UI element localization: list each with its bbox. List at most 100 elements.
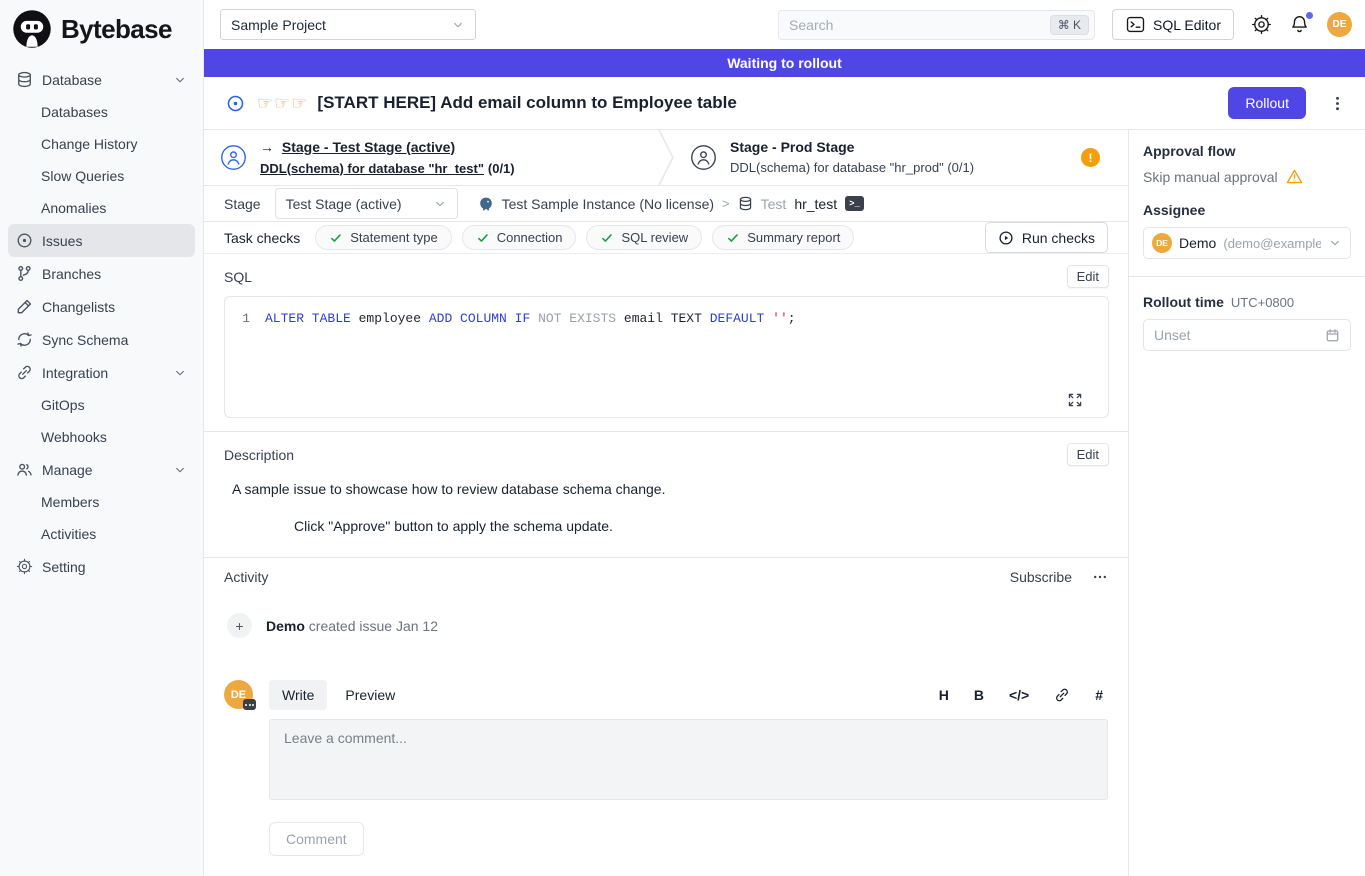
sidebar-item-webhooks[interactable]: Webhooks [8, 421, 195, 453]
settings-gear-icon[interactable] [1251, 14, 1272, 35]
subscribe-button[interactable]: Subscribe [1010, 569, 1072, 585]
sidebar-item-slow-queries[interactable]: Slow Queries [8, 160, 195, 192]
line-number: 1 [225, 310, 265, 328]
search-box[interactable]: ⌘ K [778, 10, 1095, 40]
arrow-right-icon: → [260, 139, 274, 155]
sidebar-item-label: Setting [42, 559, 86, 575]
comment-input[interactable] [269, 719, 1108, 800]
sync-icon [16, 331, 33, 348]
format-hash[interactable]: # [1095, 687, 1103, 703]
run-checks-label: Run checks [1022, 230, 1095, 246]
postgres-icon [478, 196, 494, 212]
sql-section: SQL Edit 1 ALTER TABLE employee ADD COLU… [204, 254, 1128, 431]
sidebar-item-members[interactable]: Members [8, 486, 195, 518]
search-input[interactable] [789, 17, 1050, 33]
sidebar-nav: DatabaseDatabases Change History Slow Quer… [0, 55, 203, 583]
description-section: Description Edit A sample issue to showc… [204, 431, 1128, 557]
assignee-select[interactable]: DE Demo (demo@example [1143, 227, 1351, 259]
chevron-down-icon [433, 197, 447, 211]
issue-title-text: [START HERE] Add email column to Employe… [317, 93, 736, 113]
stage-select-value: Test Stage (active) [286, 196, 402, 212]
tab-write[interactable]: Write [269, 680, 327, 710]
topbar: Sample Project ⌘ K SQL Editor DE [204, 0, 1365, 49]
brand-logo[interactable]: Bytebase [0, 0, 203, 55]
open-in-sql-editor-icon[interactable]: >_ [845, 196, 864, 211]
format-heading[interactable]: H [939, 687, 949, 703]
stage-card-test[interactable]: → Stage - Test Stage (active) DDL(schema… [204, 130, 658, 185]
rollout-button[interactable]: Rollout [1228, 87, 1306, 119]
stage-title-link[interactable]: Stage - Test Stage (active) [282, 139, 455, 155]
sidebar-item-label: Changelists [42, 299, 115, 315]
activity-item: +Demo created issue Jan 12 [224, 613, 1108, 638]
changelist-icon [16, 298, 33, 315]
sidebar-item-change-history[interactable]: Change History [8, 128, 195, 160]
sidebar-item-anomalies[interactable]: Anomalies [8, 192, 195, 224]
comment-submit-button[interactable]: Comment [269, 822, 364, 856]
sidebar-item-databases[interactable]: Databases [8, 96, 195, 128]
sidebar-item-label: Slow Queries [41, 168, 124, 184]
user-avatar[interactable]: DE [1327, 12, 1352, 37]
task-checks-row: Task checks Statement type Connection SQL … [204, 222, 1128, 254]
tab-preview[interactable]: Preview [332, 680, 408, 710]
run-checks-button[interactable]: Run checks [985, 222, 1108, 253]
database-breadcrumb: Test Sample Instance (No license) > Test… [478, 196, 864, 212]
sidebar-item-sync-schema[interactable]: Sync Schema [8, 323, 195, 356]
sql-editor[interactable]: 1 ALTER TABLE employee ADD COLUMN IF NOT… [224, 296, 1109, 418]
issue-title-emoji: ☞☞☞ [257, 93, 308, 114]
sidebar-item-integration[interactable]: Integration [8, 356, 195, 389]
approval-flow-title: Approval flow [1143, 143, 1351, 159]
branch-icon [16, 265, 33, 282]
sidebar-item-label: Change History [41, 136, 138, 152]
sidebar-item-label: Activities [41, 526, 96, 542]
task-checks-label: Task checks [224, 230, 300, 246]
database-link[interactable]: hr_test [794, 196, 837, 212]
activity-section: Activity Subscribe +Demo created issue J… [204, 557, 1128, 876]
stage-task-count: (0/1) [488, 161, 515, 176]
sidebar-item-activities[interactable]: Activities [8, 518, 195, 550]
database-icon [16, 71, 33, 88]
sidebar-item-database[interactable]: Database [8, 63, 195, 96]
content-row: → Stage - Test Stage (active) DDL(schema… [204, 130, 1365, 876]
fullscreen-expand-icon[interactable] [1067, 392, 1083, 408]
task-check-connection[interactable]: Connection [462, 225, 577, 250]
sidebar-item-manage[interactable]: Manage [8, 453, 195, 486]
task-check-sql-review[interactable]: SQL review [586, 225, 702, 250]
sidebar-item-label: Branches [42, 266, 101, 282]
sql-label: SQL [224, 269, 252, 285]
search-shortcut-badge: ⌘ K [1050, 15, 1089, 35]
sidebar-item-branches[interactable]: Branches [8, 257, 195, 290]
comment-toolbar: H B </> # [939, 687, 1108, 703]
task-check-statement-type[interactable]: Statement type [315, 225, 451, 250]
format-code[interactable]: </> [1009, 687, 1029, 703]
description-label: Description [224, 447, 294, 463]
sidebar-item-changelists[interactable]: Changelists [8, 290, 195, 323]
task-check-summary-report[interactable]: Summary report [712, 225, 854, 250]
description-edit-button[interactable]: Edit [1067, 443, 1109, 466]
project-selector[interactable]: Sample Project [220, 9, 476, 40]
stage-card-prod[interactable]: Stage - Prod Stage DDL(schema) for datab… [674, 130, 1128, 185]
rollout-time-input[interactable]: Unset [1143, 319, 1351, 351]
comment-bubble-icon [243, 699, 256, 710]
ellipsis-menu-icon[interactable] [1092, 569, 1108, 585]
instance-link[interactable]: Test Sample Instance (No license) [502, 196, 714, 212]
rollout-timezone: UTC+0800 [1231, 295, 1294, 310]
stage-task-link[interactable]: DDL(schema) for database "hr_test" [260, 161, 484, 176]
stage-select[interactable]: Test Stage (active) [275, 188, 458, 219]
sidebar-item-setting[interactable]: Setting [8, 550, 195, 583]
sql-editor-button[interactable]: SQL Editor [1112, 9, 1234, 40]
rollout-time-title: Rollout time [1143, 294, 1224, 310]
sidebar-item-label: Sync Schema [42, 332, 128, 348]
manage-icon [16, 461, 33, 478]
link-icon[interactable] [1054, 687, 1070, 703]
sidebar-item-label: Issues [42, 233, 82, 249]
topbar-right: ⌘ K SQL Editor DE [778, 9, 1352, 40]
format-bold[interactable]: B [974, 687, 984, 703]
notifications-bell[interactable] [1289, 14, 1310, 35]
sidebar-item-issues[interactable]: Issues [8, 224, 195, 257]
sql-edit-button[interactable]: Edit [1067, 265, 1109, 288]
chevron-down-icon [173, 73, 187, 87]
kebab-menu-icon[interactable] [1329, 95, 1346, 112]
task-check-pills: Statement type Connection SQL review Summar… [315, 225, 854, 250]
sidebar-item-gitops[interactable]: GitOps [8, 389, 195, 421]
chevron-down-icon [173, 463, 187, 477]
